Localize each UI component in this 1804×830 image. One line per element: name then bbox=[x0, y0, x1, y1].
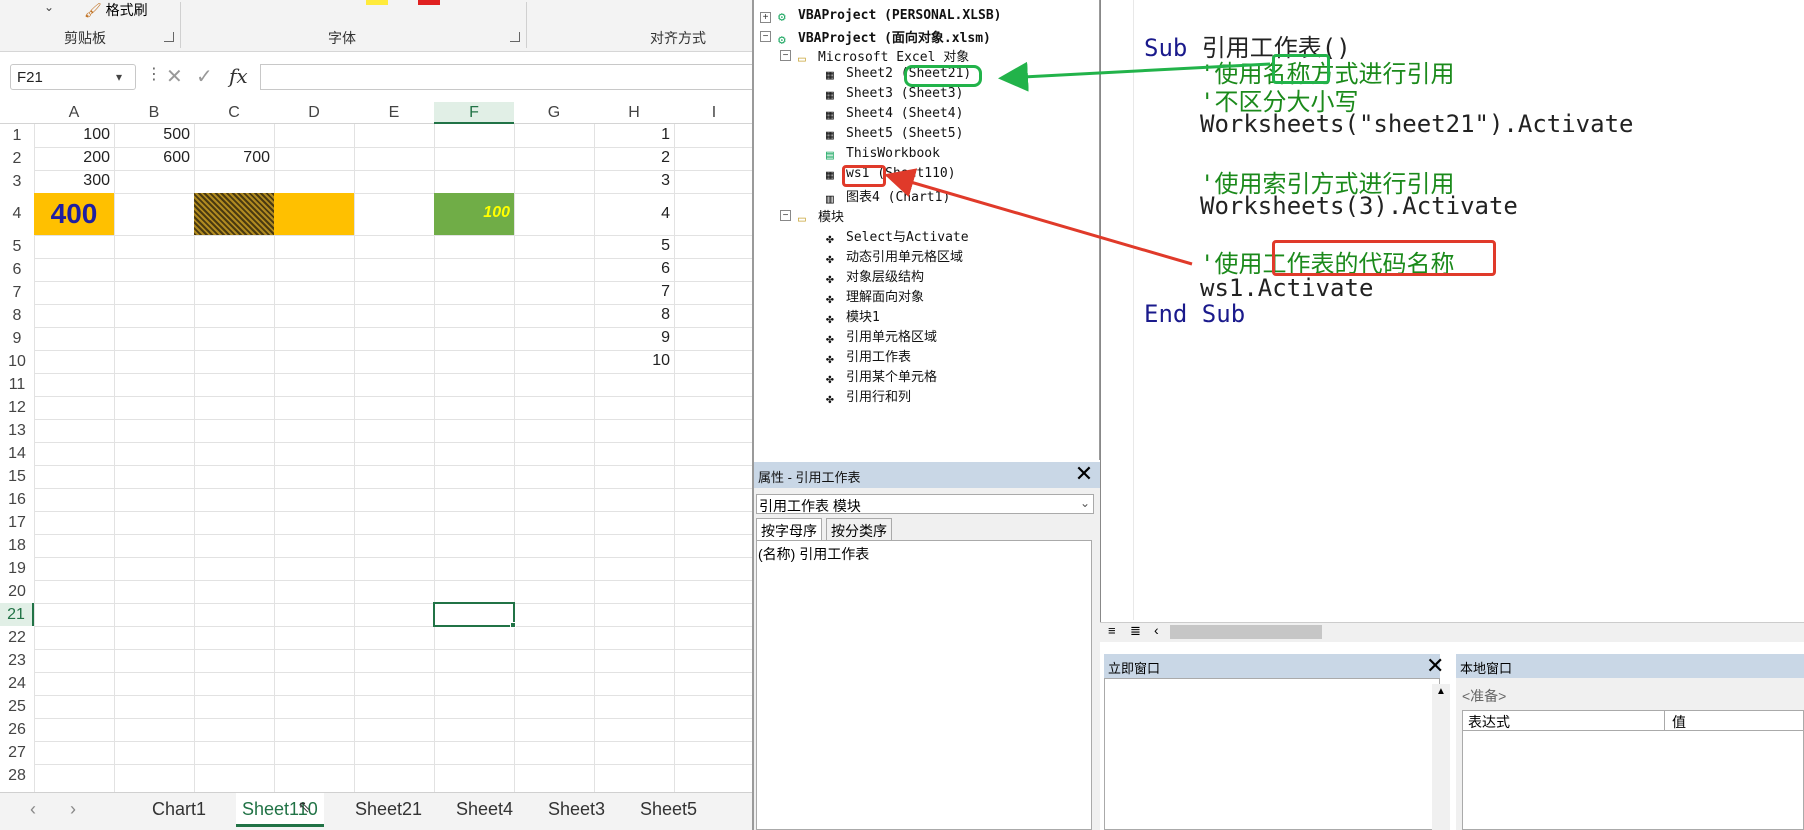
locals-col-value[interactable]: 值 bbox=[1672, 712, 1686, 732]
locals-window-title: 本地窗口 bbox=[1456, 654, 1804, 678]
vertical-scrollbar[interactable] bbox=[1432, 684, 1450, 830]
close-icon[interactable]: ✕ bbox=[1426, 655, 1444, 677]
locals-table bbox=[1462, 710, 1804, 830]
screen: ⌄ 🖌 格式刷 剪贴板 字体 对齐方式 F21 ▾ ⋮ ✕ ✓ fx A B C… bbox=[0, 0, 1804, 830]
green-arrow bbox=[998, 61, 1271, 92]
immediate-window[interactable] bbox=[1104, 678, 1440, 830]
locals-status: <准备> bbox=[1462, 688, 1507, 704]
scroll-left-icon[interactable]: ‹ bbox=[1154, 622, 1159, 638]
view-toggle-icon[interactable]: ≣ bbox=[1130, 623, 1141, 639]
scrollbar-thumb[interactable] bbox=[1170, 625, 1322, 639]
column-divider bbox=[1664, 710, 1665, 730]
red-arrow bbox=[884, 168, 1193, 266]
scroll-up-icon[interactable]: ▲ bbox=[1436, 686, 1446, 697]
header-divider bbox=[1462, 730, 1804, 731]
immediate-window-title: 立即窗口 bbox=[1104, 654, 1440, 678]
view-toggle-icon[interactable]: ≡ bbox=[1108, 623, 1116, 638]
locals-col-expression[interactable]: 表达式 bbox=[1468, 712, 1510, 732]
